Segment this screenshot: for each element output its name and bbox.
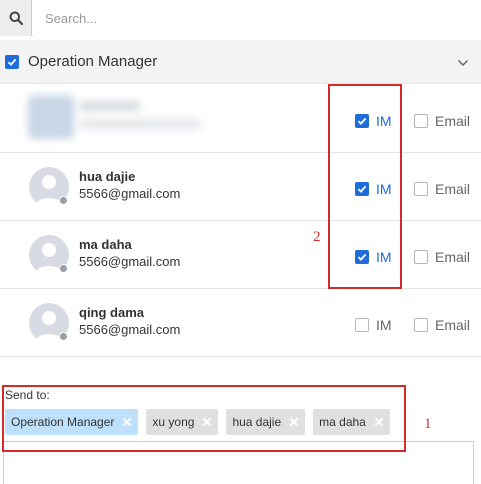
search-bar [0, 0, 481, 36]
email-checkbox[interactable] [414, 318, 428, 332]
status-dot [59, 264, 68, 273]
contact-name: ma daha [79, 237, 132, 252]
group-label: Operation Manager [28, 53, 158, 70]
annotation-box-1 [2, 385, 406, 452]
group-header[interactable]: Operation Manager [0, 40, 481, 84]
annotation-number-2: 2 [313, 229, 321, 245]
email-option[interactable]: Email [414, 113, 470, 129]
email-checkbox[interactable] [414, 114, 428, 128]
blurred-contact [28, 93, 263, 141]
contact-name: qing dama [79, 305, 145, 320]
search-icon[interactable] [0, 0, 32, 36]
im-option[interactable]: IM [355, 317, 392, 333]
contact-email: 5566@gmail.com [79, 322, 181, 337]
contact-row: hua dajie 5566@gmail.com IM Email [0, 153, 481, 221]
email-label: Email [435, 113, 471, 129]
annotation-box-2 [328, 84, 402, 289]
email-checkbox[interactable] [414, 250, 428, 264]
im-label: IM [376, 317, 392, 333]
contact-email: 5566@gmail.com [79, 186, 181, 201]
chevron-down-icon[interactable] [457, 54, 469, 72]
email-option[interactable]: Email [414, 181, 470, 197]
search-input[interactable] [33, 0, 481, 36]
contact-row: ma daha 5566@gmail.com IM Email [0, 221, 481, 289]
email-checkbox[interactable] [414, 182, 428, 196]
status-dot [59, 196, 68, 205]
group-checkbox[interactable] [5, 54, 19, 69]
email-label: Email [435, 317, 471, 333]
annotation-number-1: 1 [424, 416, 432, 432]
email-option[interactable]: Email [414, 249, 470, 265]
contact-name: hua dajie [79, 169, 136, 184]
status-dot [59, 332, 68, 341]
contact-row: IM Email [0, 85, 481, 153]
im-checkbox[interactable] [355, 318, 369, 332]
email-option[interactable]: Email [414, 317, 470, 333]
email-label: Email [435, 181, 471, 197]
contact-row: qing dama 5566@gmail.com IM Email [0, 289, 481, 357]
contact-email: 5566@gmail.com [79, 254, 181, 269]
email-label: Email [435, 249, 471, 265]
